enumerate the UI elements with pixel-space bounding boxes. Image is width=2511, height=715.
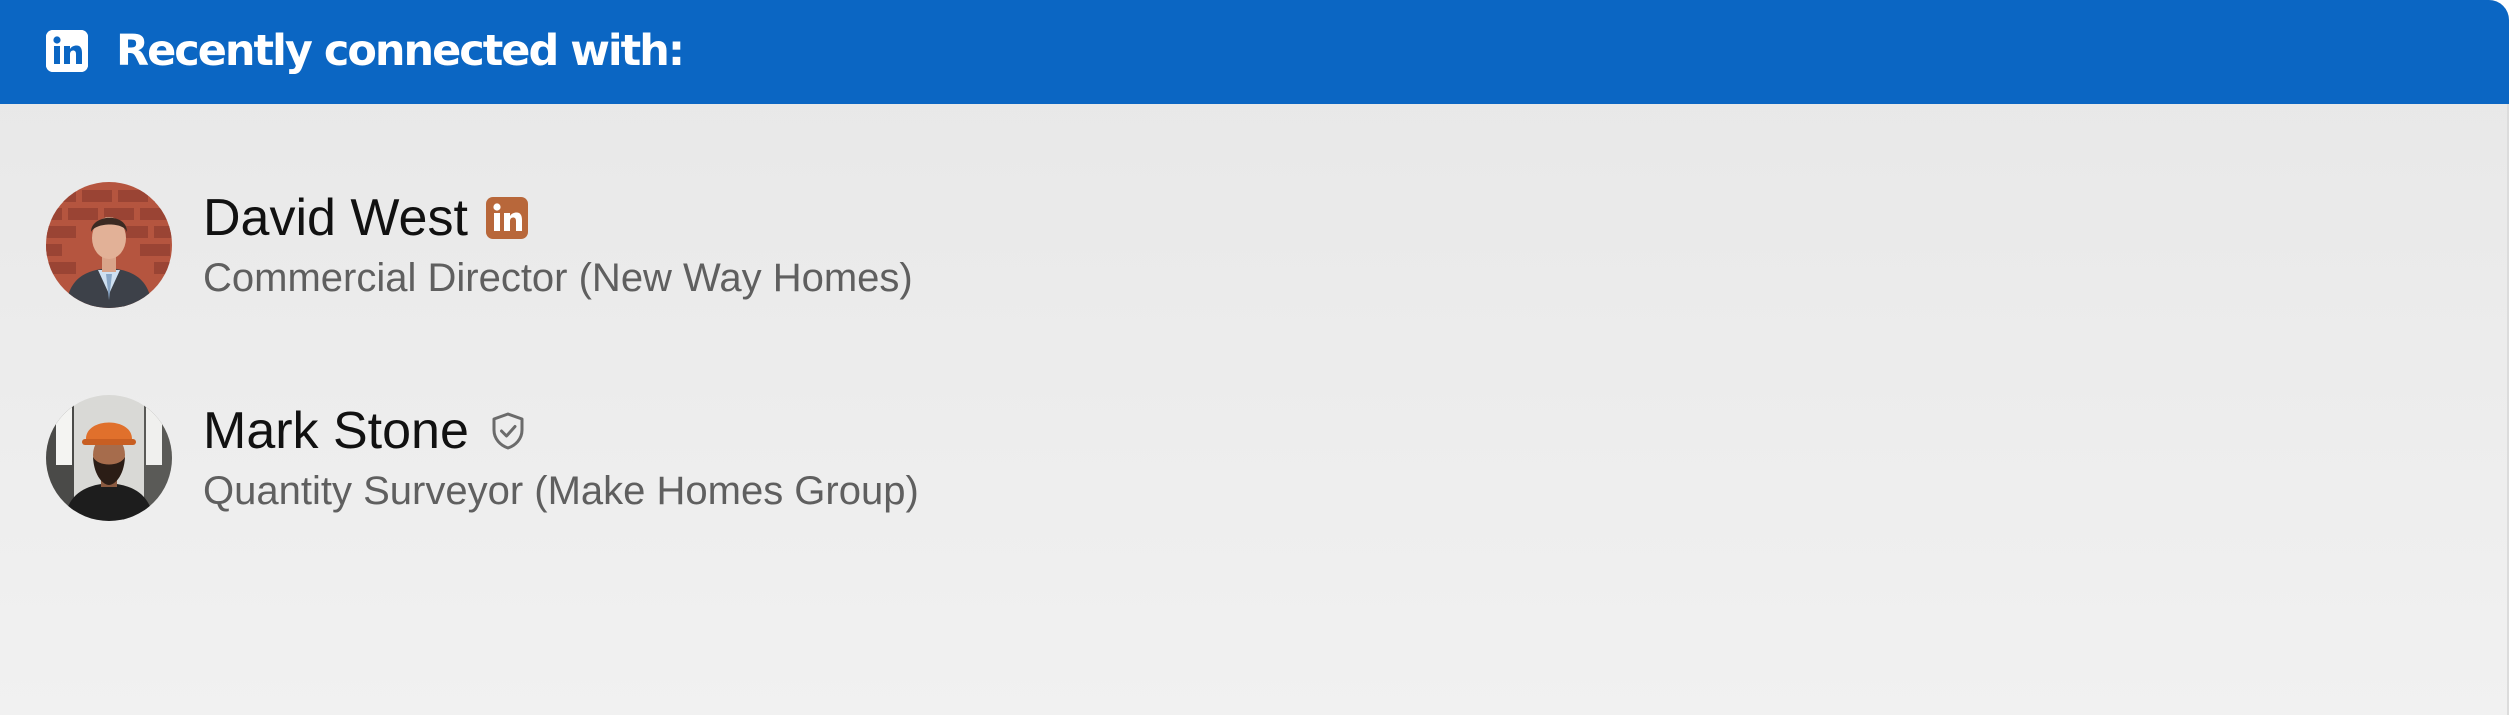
avatar[interactable]	[46, 395, 172, 521]
connection-item[interactable]: David West Commercial Director (New Way …	[0, 180, 1400, 310]
connection-name[interactable]: David West	[203, 186, 468, 250]
linkedin-icon	[46, 30, 88, 72]
connection-name[interactable]: Mark Stone	[203, 399, 469, 463]
linkedin-icon	[485, 197, 528, 239]
connection-item[interactable]: Mark Stone Quantity Surveyor (Make Homes…	[0, 393, 1400, 523]
verified-shield-icon	[487, 410, 529, 452]
connection-title: Commercial Director (New Way Homes)	[203, 256, 913, 300]
avatar[interactable]	[46, 182, 172, 308]
connection-title: Quantity Surveyor (Make Homes Group)	[203, 469, 919, 513]
recent-connections-card: Recently connected with: David West Comm…	[0, 0, 2509, 715]
header-title: Recently connected with:	[116, 26, 685, 76]
card-header: Recently connected with:	[0, 0, 2509, 104]
